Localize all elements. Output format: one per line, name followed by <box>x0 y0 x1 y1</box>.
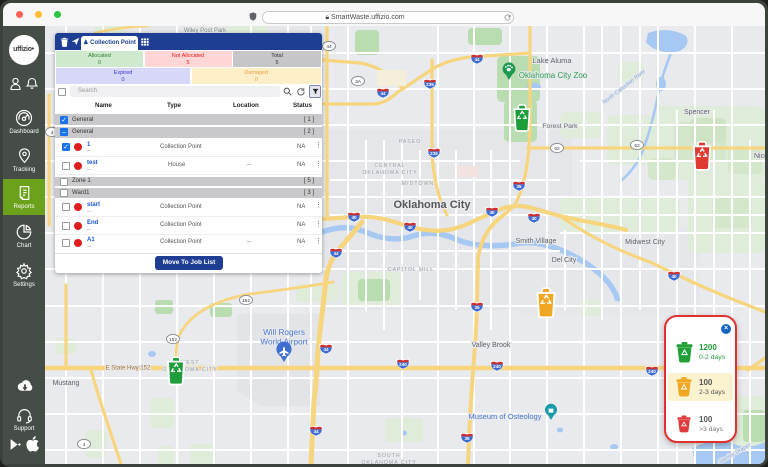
svg-text:35: 35 <box>464 436 470 441</box>
svg-text:240: 240 <box>648 369 656 374</box>
svg-text:62: 62 <box>634 143 640 149</box>
svg-text:PASEO: PASEO <box>399 139 422 145</box>
svg-text:40: 40 <box>407 225 413 230</box>
svg-text:4: 4 <box>51 130 54 136</box>
svg-text:235: 235 <box>426 82 434 87</box>
svg-text:Lake Aluma: Lake Aluma <box>532 56 572 65</box>
svg-text:44: 44 <box>323 347 329 352</box>
svg-text:OKLAHOMA CITY: OKLAHOMA CITY <box>362 170 417 176</box>
svg-text:35: 35 <box>516 184 522 189</box>
svg-text:SOUTH: SOUTH <box>377 453 400 459</box>
svg-text:Midwest City: Midwest City <box>625 239 665 246</box>
svg-text:Nico: Nico <box>754 153 765 160</box>
svg-text:40: 40 <box>351 215 357 220</box>
svg-text:152: 152 <box>169 337 177 343</box>
svg-text:40: 40 <box>489 210 495 215</box>
svg-text:Oklahoma City Zoo: Oklahoma City Zoo <box>519 71 588 80</box>
svg-text:Will Rogers: Will Rogers <box>263 328 305 337</box>
svg-text:Del City: Del City <box>552 257 577 264</box>
svg-text:CAPITOL HILL: CAPITOL HILL <box>388 267 434 273</box>
svg-text:Smith Village: Smith Village <box>516 238 557 245</box>
svg-text:235: 235 <box>430 151 438 156</box>
svg-text:Museum of Osteology: Museum of Osteology <box>469 412 542 421</box>
svg-text:44: 44 <box>380 91 386 96</box>
svg-text:152: 152 <box>242 298 250 304</box>
svg-text:35: 35 <box>474 305 480 310</box>
svg-text:CENTRAL: CENTRAL <box>374 163 405 169</box>
svg-text:Forest Park: Forest Park <box>542 123 578 130</box>
svg-text:40: 40 <box>671 274 677 279</box>
svg-text:Valley Brook: Valley Brook <box>472 342 511 349</box>
svg-text:OKLAHOMA CITY: OKLAHOMA CITY <box>361 460 416 464</box>
svg-text:MIDTOWN: MIDTOWN <box>402 181 434 187</box>
svg-text:Spencer: Spencer <box>684 109 711 116</box>
svg-text:3A: 3A <box>355 79 362 85</box>
svg-text:62: 62 <box>554 146 560 152</box>
svg-text:40: 40 <box>531 216 537 221</box>
svg-text:44: 44 <box>313 429 319 434</box>
svg-text:Mustang: Mustang <box>53 380 80 387</box>
svg-text:44: 44 <box>333 251 339 256</box>
svg-text:E State Hwy 152: E State Hwy 152 <box>106 366 151 372</box>
svg-text:240: 240 <box>399 362 407 367</box>
svg-text:44: 44 <box>326 44 332 50</box>
svg-text:44: 44 <box>474 57 480 62</box>
svg-text:Oklahoma City: Oklahoma City <box>393 199 471 211</box>
svg-text:240: 240 <box>493 364 501 369</box>
svg-text:4: 4 <box>83 442 86 448</box>
